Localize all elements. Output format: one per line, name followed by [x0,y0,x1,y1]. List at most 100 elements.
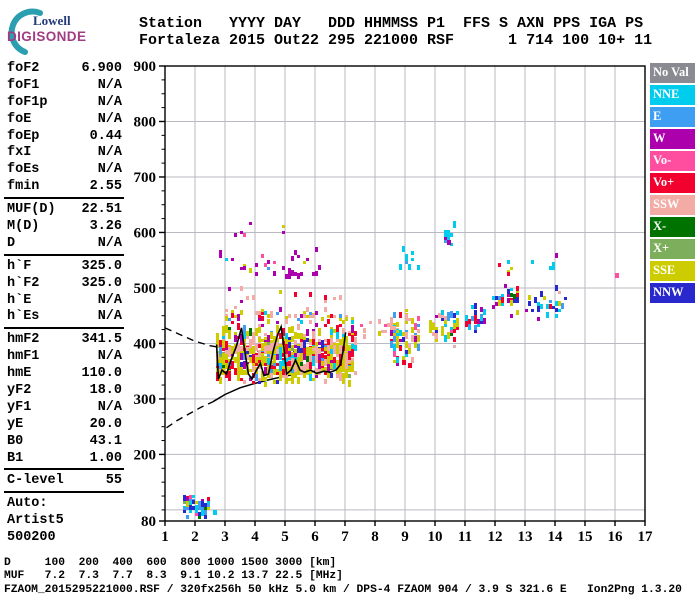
param-row-hme: hmE 110.0 [4,365,124,382]
param-label: yF1 [7,399,32,415]
y-tick-label: 700 [134,170,157,186]
echo-cluster-second-hop-9mhz [390,309,420,366]
legend-item-nne: NNE [650,85,695,105]
param-row-fof1p: foF1p N/A [4,94,124,111]
param-value: N/A [97,292,122,308]
param-value: N/A [97,235,122,251]
param-value: 43.1 [89,433,122,449]
param-label: M(D) [7,218,40,234]
param-row-hmf2: hmF2 341.5 [4,331,124,348]
auto-line: Auto: [7,496,48,512]
param-label: hmF2 [7,332,40,348]
param-row-b0: B0 43.1 [4,433,124,450]
notable-echo-points [213,240,619,515]
legend-item-x-: X- [650,217,695,237]
echo-cluster-f-region-spread-main [216,323,357,387]
param-value: N/A [97,111,122,127]
param-value: 18.0 [89,382,122,398]
x-tick-label: 13 [518,529,533,545]
param-label: fxI [7,145,32,161]
param-row-b1: B1 1.00 [4,450,124,467]
param-value: N/A [97,145,122,161]
x-tick-label: 16 [608,529,624,545]
param-value: N/A [97,399,122,415]
param-label: foEs [7,162,40,178]
echo-cluster-dots-13-14-high [531,253,558,270]
y-tick-label: 500 [134,281,157,297]
param-label: foF1 [7,77,40,93]
echo-cluster-cyan-9mhz-high [399,246,420,270]
x-tick-label: 7 [341,529,349,545]
param-row-clevel: C-level 55 [4,472,124,489]
legend-item-w: W [650,129,695,149]
logo-lowell-text: Lowell [33,13,71,28]
x-tick-label: 5 [281,529,289,545]
legend-item-noval: No Val [650,63,695,83]
echo-cluster-second-hop-10mhz [429,310,459,348]
x-tick-label: 8 [371,529,379,545]
param-row-fmin: fmin 2.55 [4,178,124,195]
echo-cluster-f-region-upper-fringe [225,307,354,327]
doppler-direction-legend: No Val NNE E W Vo- Vo+ SSW X- X+ SSE NNW [650,63,695,305]
param-row-hf2: h`F2 325.0 [4,275,124,292]
parameter-panel: foF2 6.900 foF1 N/A foF1p N/A foE N/A foEp 0.44 fx… [4,60,124,546]
legend-item-e: E [650,107,695,127]
param-row-ye: yE 20.0 [4,416,124,433]
y-tick-label: 400 [134,336,157,352]
echo-cluster-cluster-13-14mhz [525,285,567,321]
legend-item-vo+: Vo+ [650,173,695,193]
param-row-hf: h`F 325.0 [4,258,124,275]
param-value: 3.26 [89,218,122,234]
param-row-yf1: yF1 N/A [4,399,124,416]
param-value: 341.5 [81,332,122,348]
echo-cluster-cluster-11mhz [465,303,486,333]
x-tick-label: 1 [161,529,169,545]
logo-digisonde-text: DIGISONDE [7,29,87,44]
y-tick-label: 200 [134,447,157,463]
param-row-hmf1: hmF1 N/A [4,348,124,365]
x-tick-label: 14 [548,529,564,545]
param-label: C-level [7,473,64,489]
param-row-foe: foE N/A [4,111,124,128]
param-row-fof1: foF1 N/A [4,77,124,94]
x-tick-label: 17 [638,529,654,545]
legend-item-nnw: NNW [650,283,695,303]
param-label: B1 [7,450,24,466]
param-row-fof2: foF2 6.900 [4,60,124,77]
param-value: 110.0 [81,366,122,382]
param-label: yF2 [7,382,32,398]
x-tick-label: 9 [401,529,409,545]
x-tick-label: 4 [251,529,259,545]
muf-row: MUF 7.2 7.3 7.7 8.3 9.1 10.2 13.7 22.5 [… [4,570,343,582]
param-label: B0 [7,433,24,449]
param-row-mufd: MUF(D) 22.51 [4,201,124,218]
param-label: foEp [7,128,40,144]
x-tick-label: 11 [458,529,472,545]
param-label: hmE [7,366,32,382]
x-tick-label: 10 [428,529,443,545]
param-row-foes: foEs N/A [4,161,124,178]
param-label: h`Es [7,309,40,325]
param-row-fxi: fxI N/A [4,144,124,161]
ionogram-viewer: 900 800 700 600 500 400 300 200 80 1 2 3 4 5 6 7 8 9 10 11 1… [0,0,700,600]
param-label: yE [7,416,24,432]
x-tick-label: 6 [311,529,319,545]
status-line: FZAOM_2015295221000.RSF / 320fx256h 50 k… [4,584,682,596]
param-value: N/A [97,309,122,325]
echo-cluster-w-band [219,247,321,279]
param-row-yf2: yF2 18.0 [4,382,124,399]
param-row-foep: foEp 0.44 [4,128,124,145]
legend-item-vo-: Vo- [650,151,695,171]
x-tick-label: 3 [221,529,229,545]
x-tick-label: 2 [191,529,199,545]
panel-divider [4,491,124,494]
header-column-titles: Station YYYY DAY DDD HHMMSS P1 FFS S AXN… [139,15,644,32]
param-row-hes: h`Es N/A [4,308,124,325]
y-tick-label: 80 [141,514,156,530]
y-tick-label: 800 [134,114,157,130]
param-row-md: M(D) 3.26 [4,218,124,235]
legend-item-sse: SSE [650,261,695,281]
axes-ticks-labels: 900800700600500400300200801 2 3 4 5 6 7 8 9 10 11 1… [134,59,654,545]
param-value: 22.51 [81,202,122,218]
param-label: D [7,235,16,251]
